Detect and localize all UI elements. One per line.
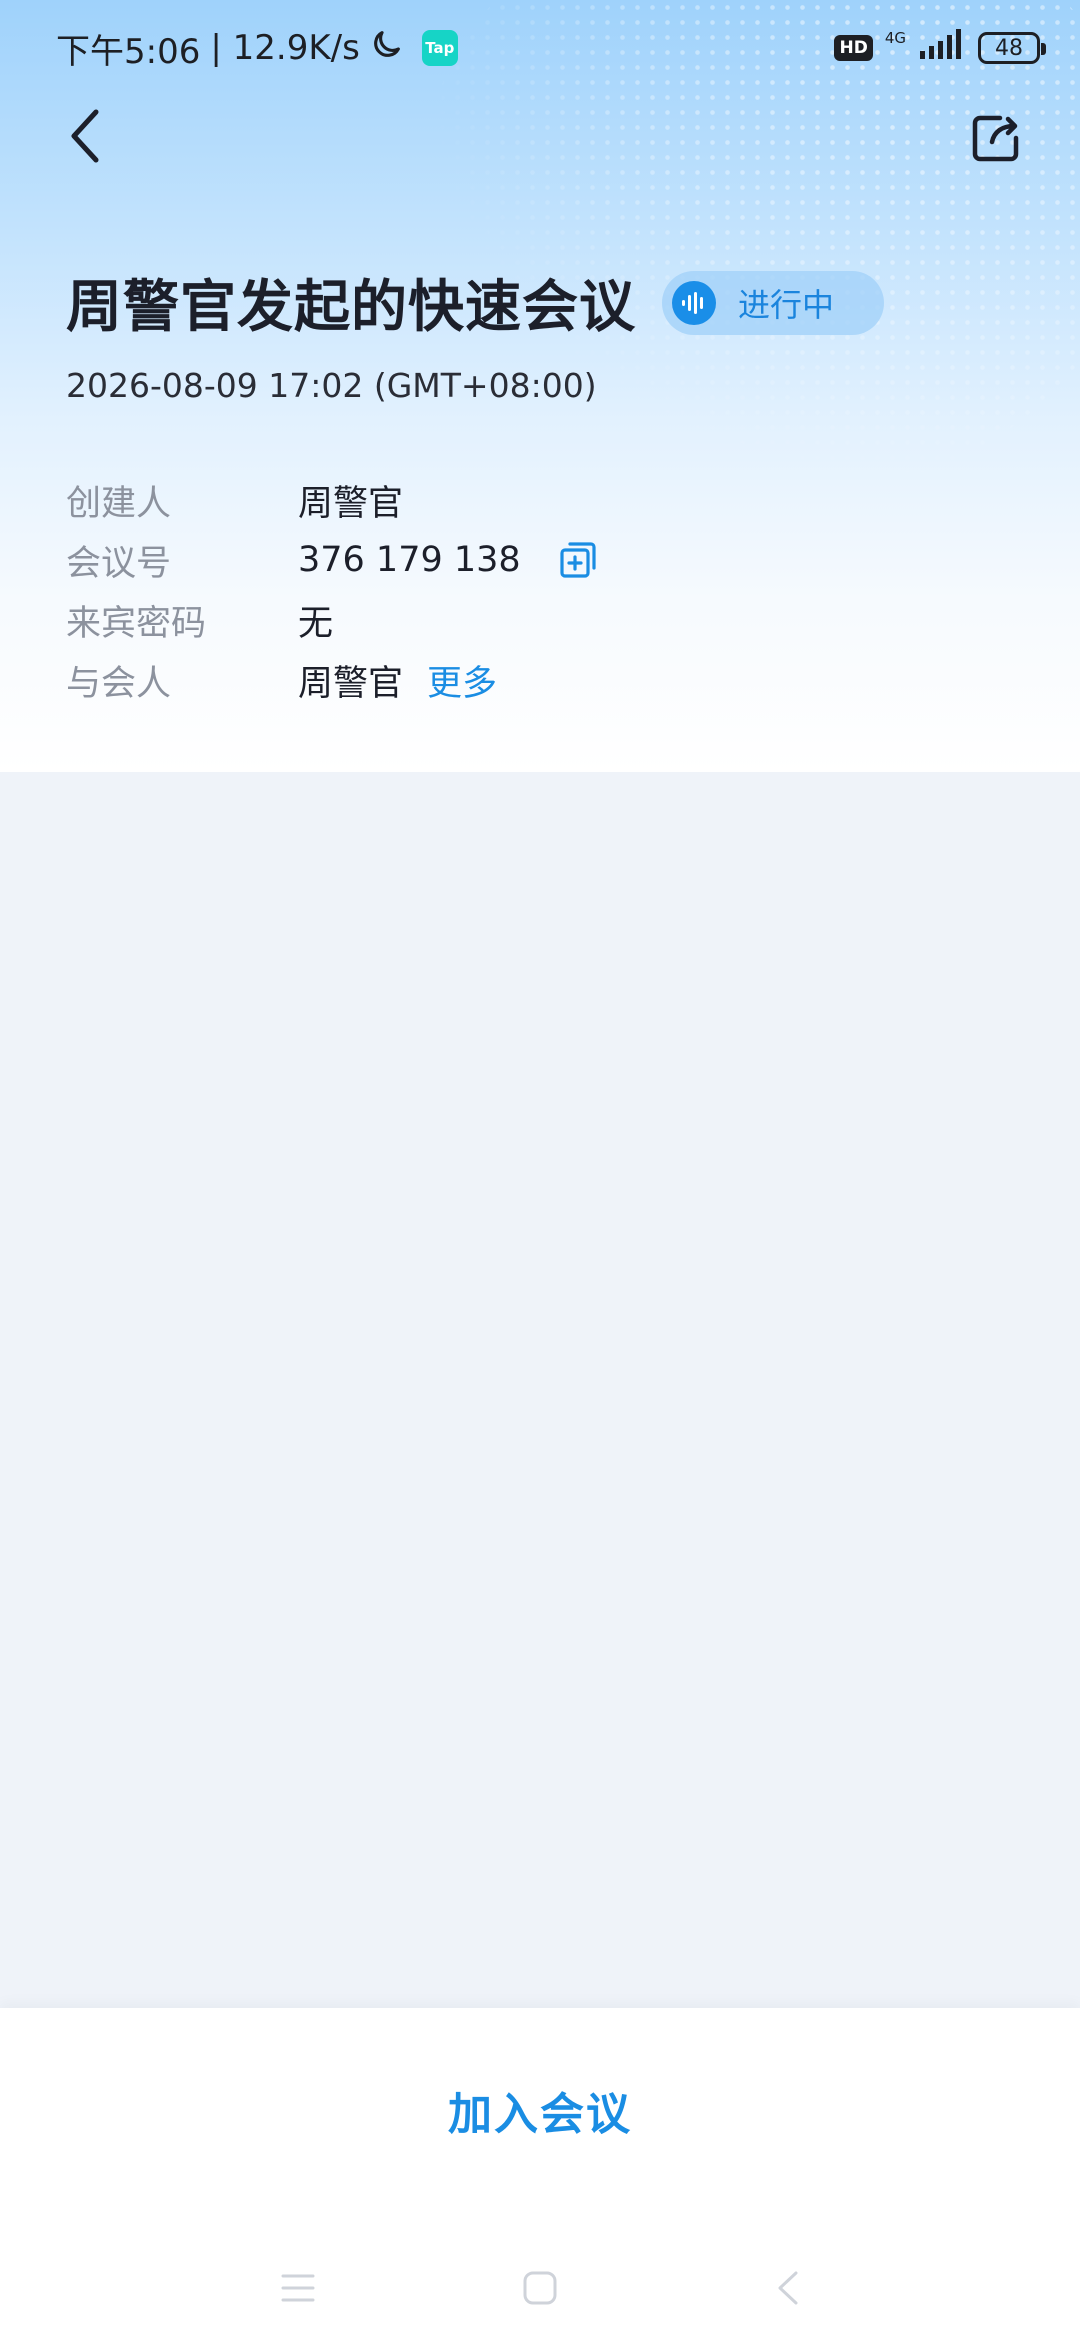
password-label: 来宾密码: [66, 603, 207, 644]
info-row-password: 来宾密码 无: [66, 590, 599, 650]
network-type: 4G: [884, 28, 906, 47]
password-value: 无: [298, 603, 334, 644]
moon-icon: [370, 27, 404, 70]
status-bar: 下午5:06 | 12.9K/s Tap HD 4G 48: [0, 0, 1080, 96]
creator-label: 创建人: [66, 483, 172, 524]
status-badge: 进行中: [662, 270, 884, 335]
menu-icon[interactable]: [276, 2266, 320, 2310]
creator-value: 周警官: [298, 483, 404, 524]
meeting-title: 周警官发起的快速会议: [66, 275, 636, 340]
battery-icon: 48: [978, 32, 1046, 64]
system-nav-bar: [0, 2248, 1080, 2328]
meeting-datetime: 2026-08-09 17:02 (GMT+08:00): [66, 366, 597, 405]
info-row-meeting-number: 会议号 376 179 138: [66, 530, 599, 590]
content-area: [0, 772, 1080, 2008]
home-icon[interactable]: [518, 2266, 562, 2310]
bottom-bar: 加入会议: [0, 2008, 1080, 2340]
more-link[interactable]: 更多: [427, 655, 497, 706]
title-row: 周警官发起的快速会议 进行中: [66, 262, 884, 343]
status-label: 进行中: [738, 285, 835, 324]
info-row-attendees: 与会人 周警官 更多: [66, 650, 599, 710]
tap-app-icon: Tap: [421, 30, 458, 66]
attendees-group: 周警官 更多: [298, 655, 497, 706]
back-button[interactable]: [52, 100, 116, 172]
hd-badge: HD: [834, 35, 873, 61]
status-time: 下午5:06: [56, 31, 201, 72]
meeting-detail-page: 下午5:06 | 12.9K/s Tap HD 4G 48 周警官发起的快速会议…: [0, 0, 1080, 2340]
copy-icon[interactable]: [557, 539, 599, 581]
status-bar-right: HD 4G 48: [834, 27, 1046, 70]
meeting-number-value: 376 179 138: [298, 540, 521, 580]
meeting-number-group: 376 179 138: [298, 539, 599, 581]
status-bar-left: 下午5:06 | 12.9K/s Tap: [56, 24, 458, 73]
info-row-creator: 创建人 周警官: [66, 470, 599, 530]
share-button[interactable]: [964, 106, 1028, 170]
share-icon: [972, 115, 1019, 162]
header: 下午5:06 | 12.9K/s Tap HD 4G 48 周警官发起的快速会议…: [0, 0, 1080, 772]
status-speed: | 12.9K/s: [210, 28, 360, 68]
join-meeting-button[interactable]: 加入会议: [0, 2068, 1080, 2152]
meeting-info: 创建人 周警官 会议号 376 179 138 来宾密码 无 与会人 周警官 更…: [66, 470, 599, 710]
audio-wave-icon: [672, 280, 716, 325]
meeting-number-label: 会议号: [66, 543, 172, 584]
attendees-label: 与会人: [66, 663, 172, 704]
nav-back-icon[interactable]: [766, 2266, 810, 2310]
attendees-value: 周警官: [298, 663, 404, 704]
signal-icon: [918, 27, 966, 70]
chevron-left-icon: [71, 109, 99, 163]
